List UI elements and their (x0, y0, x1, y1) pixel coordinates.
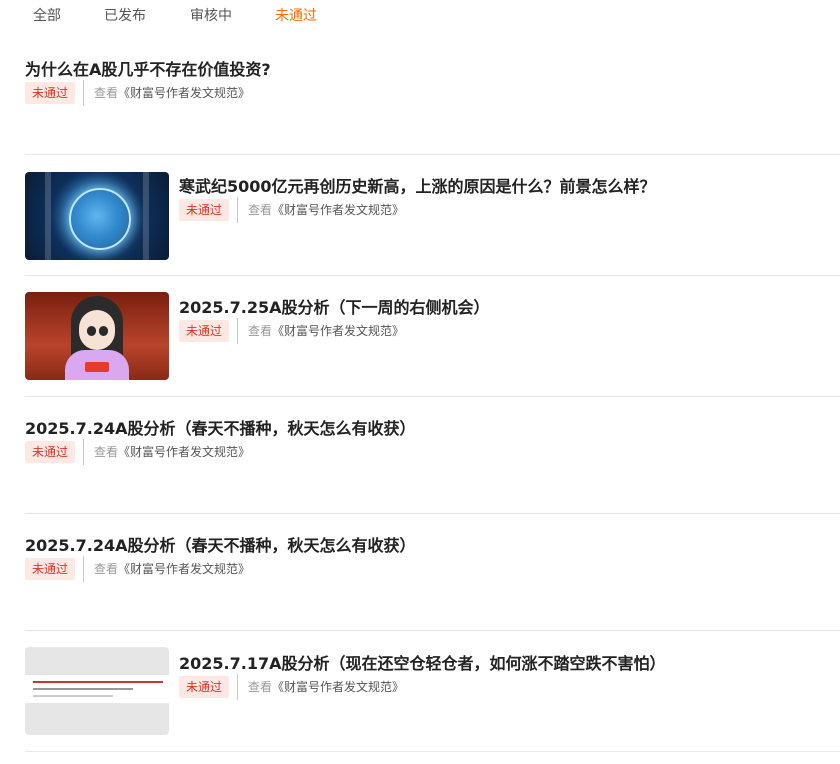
divider (25, 396, 840, 397)
article-title[interactable]: 2025.7.24A股分析（春天不播种，秋天怎么有收获） (25, 532, 415, 556)
tab-published[interactable]: 已发布 (104, 5, 146, 25)
divider (25, 751, 840, 752)
article-title[interactable]: 2025.7.17A股分析（现在还空仓轻仓者，如何涨不踏空跌不害怕） (179, 650, 665, 674)
status-tabs: 全部 已发布 审核中 未通过 (0, 0, 840, 30)
article-title[interactable]: 2025.7.24A股分析（春天不播种，秋天怎么有收获） (25, 415, 415, 439)
article-thumbnail[interactable] (25, 172, 169, 260)
tab-all[interactable]: 全部 (33, 5, 61, 25)
divider (83, 556, 84, 582)
status-badge: 未通过 (179, 199, 230, 221)
divider (25, 154, 840, 155)
article-thumbnail[interactable] (25, 647, 169, 735)
rules-link[interactable]: 查看《财富号作者发文规范》 (248, 322, 404, 339)
article-title[interactable]: 为什么在A股几乎不存在价值投资? (25, 56, 271, 80)
divider (237, 674, 238, 700)
rules-link[interactable]: 查看《财富号作者发文规范》 (94, 560, 250, 577)
divider (237, 197, 238, 223)
status-badge: 未通过 (25, 441, 76, 463)
divider (83, 80, 84, 106)
status-badge: 未通过 (25, 558, 76, 580)
status-badge: 未通过 (179, 320, 230, 342)
divider (237, 318, 238, 344)
tab-rejected[interactable]: 未通过 (275, 5, 317, 25)
rules-link[interactable]: 查看《财富号作者发文规范》 (248, 201, 404, 218)
article-thumbnail[interactable] (25, 292, 169, 380)
status-badge: 未通过 (179, 676, 230, 698)
divider (83, 439, 84, 465)
divider (25, 630, 840, 631)
article-title[interactable]: 2025.7.25A股分析（下一周的右侧机会） (179, 294, 489, 318)
rules-link[interactable]: 查看《财富号作者发文规范》 (94, 443, 250, 460)
rules-link[interactable]: 查看《财富号作者发文规范》 (248, 678, 404, 695)
rules-link[interactable]: 查看《财富号作者发文规范》 (94, 84, 250, 101)
divider (25, 275, 840, 276)
status-badge: 未通过 (25, 82, 76, 104)
tab-reviewing[interactable]: 审核中 (190, 5, 232, 25)
article-title[interactable]: 寒武纪5000亿元再创历史新高，上涨的原因是什么？前景怎么样？ (179, 173, 656, 197)
divider (25, 513, 840, 514)
